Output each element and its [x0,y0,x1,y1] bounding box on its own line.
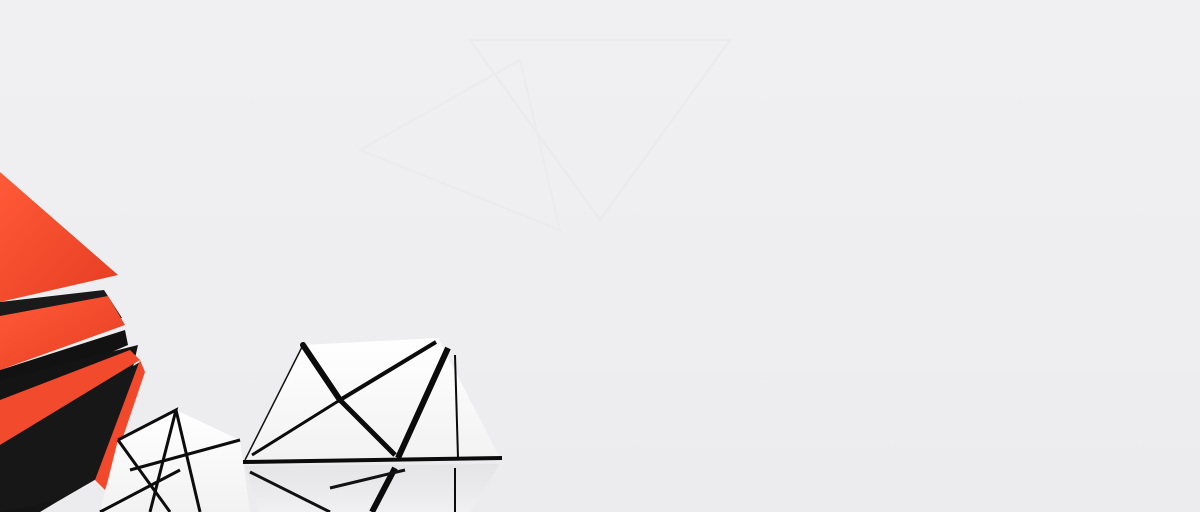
hero-background-scene [0,0,1200,512]
background-ghost-shapes [357,39,732,232]
abstract-shapes-illustration [0,39,732,512]
white-geometric-shape-large [242,338,503,512]
